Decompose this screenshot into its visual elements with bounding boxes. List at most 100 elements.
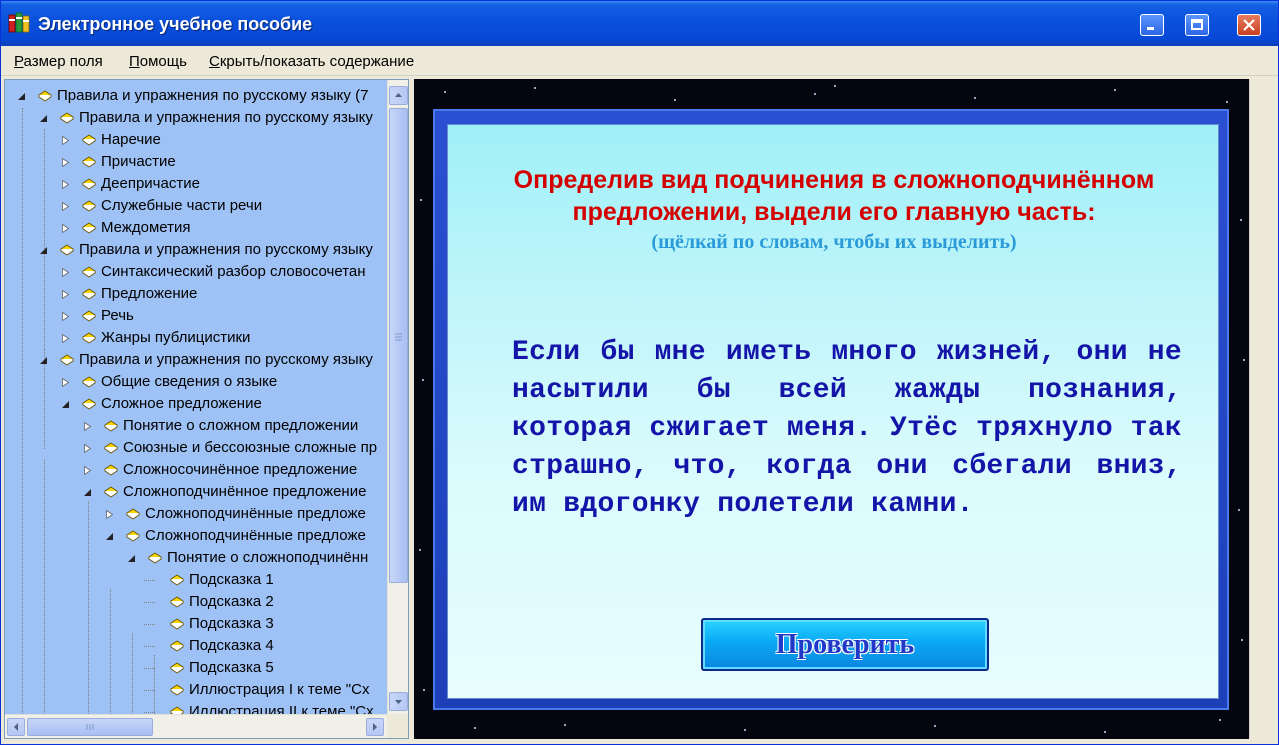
tree-item-label: Подсказка 3 [189, 615, 274, 632]
collapsed-triangle-icon[interactable] [61, 202, 70, 211]
tree-item[interactable]: Правила и упражнения по русскому языку [5, 239, 387, 261]
expanded-triangle-icon[interactable] [39, 114, 48, 123]
tree-item[interactable]: Сложноподчинённые предложе [5, 503, 387, 525]
tree-item[interactable]: Понятие о сложном предложении [5, 415, 387, 437]
collapsed-triangle-icon[interactable] [61, 158, 70, 167]
close-button[interactable] [1237, 14, 1261, 36]
collapsed-triangle-icon[interactable] [61, 268, 70, 277]
star-dot [744, 729, 746, 731]
tree-connector [144, 712, 155, 713]
tree-item[interactable]: Правила и упражнения по русскому языку (… [5, 85, 387, 107]
menu-help[interactable]: Помощь [129, 53, 187, 70]
tree-item-label: Деепричастие [101, 175, 200, 192]
tree-item[interactable]: Сложное предложение [5, 393, 387, 415]
tree-item[interactable]: Подсказка 5 [5, 657, 387, 679]
book-icon [170, 618, 184, 630]
tree-item[interactable]: Деепричастие [5, 173, 387, 195]
check-button[interactable]: Проверить [701, 618, 989, 671]
collapsed-triangle-icon[interactable] [61, 312, 70, 321]
tree-item[interactable]: Общие сведения о языке [5, 371, 387, 393]
expanded-triangle-icon[interactable] [39, 356, 48, 365]
scroll-up-button[interactable] [389, 86, 408, 105]
tree-item[interactable]: Иллюстрация I к теме "Сх [5, 679, 387, 701]
maximize-button[interactable] [1185, 14, 1209, 36]
collapsed-triangle-icon[interactable] [83, 422, 92, 431]
book-icon [82, 156, 96, 168]
tree-item[interactable]: Причастие [5, 151, 387, 173]
exercise-title-line2: предложении, выдели его главную часть: [572, 198, 1096, 226]
minimize-button[interactable] [1140, 14, 1164, 36]
collapsed-triangle-icon[interactable] [61, 334, 70, 343]
collapsed-triangle-icon[interactable] [61, 136, 70, 145]
exercise-text[interactable]: Если бы мне иметь много жизней, они не н… [512, 334, 1182, 524]
expanded-triangle-icon[interactable] [39, 246, 48, 255]
tree-item[interactable]: Союзные и бессоюзные сложные пр [5, 437, 387, 459]
tree-item-label: Причастие [101, 153, 176, 170]
tree-item[interactable]: Подсказка 2 [5, 591, 387, 613]
star-dot [564, 724, 566, 726]
tree-item[interactable]: Синтаксический разбор словосочетан [5, 261, 387, 283]
tree-horizontal-scrollbar[interactable] [5, 714, 387, 738]
collapsed-triangle-icon[interactable] [83, 466, 92, 475]
tree-item-label: Понятие о сложноподчинённ [167, 549, 369, 566]
tree-item[interactable]: Наречие [5, 129, 387, 151]
contents-tree[interactable]: Правила и упражнения по русскому языку (… [5, 80, 387, 714]
scroll-right-button[interactable] [366, 718, 384, 736]
book-icon [82, 134, 96, 146]
expanded-triangle-icon[interactable] [83, 488, 92, 497]
exercise-panel: Определив вид подчинения в сложноподчинё… [414, 79, 1249, 739]
collapsed-triangle-icon[interactable] [61, 224, 70, 233]
book-icon [104, 420, 118, 432]
tree-item[interactable]: Подсказка 4 [5, 635, 387, 657]
scroll-down-button[interactable] [389, 692, 408, 711]
maximize-icon [1191, 19, 1203, 30]
tree-item[interactable]: Подсказка 1 [5, 569, 387, 591]
menu-bar: Размер поля Помощь Скрыть/показать содер… [1, 46, 1278, 76]
tree-item[interactable]: Служебные части речи [5, 195, 387, 217]
arrow-down-icon [395, 700, 402, 704]
tree-vertical-scrollbar[interactable] [387, 80, 408, 714]
tree-item[interactable]: Подсказка 3 [5, 613, 387, 635]
tree-item-label: Правила и упражнения по русскому языку [79, 351, 373, 368]
tree-item[interactable]: Иллюстрация II к теме "Сх [5, 701, 387, 714]
tree-item[interactable]: Междометия [5, 217, 387, 239]
collapsed-triangle-icon[interactable] [83, 444, 92, 453]
book-icon [82, 288, 96, 300]
star-dot [1104, 731, 1106, 733]
tree-connector [144, 602, 155, 603]
star-dot [474, 727, 476, 729]
expanded-triangle-icon[interactable] [105, 532, 114, 541]
scroll-thumb[interactable] [389, 108, 408, 583]
tree-item[interactable]: Предложение [5, 283, 387, 305]
scroll-left-button[interactable] [7, 718, 25, 736]
close-icon [1243, 19, 1255, 31]
collapsed-triangle-icon[interactable] [61, 378, 70, 387]
app-window: Электронное учебное пособие Размер поля … [0, 0, 1279, 745]
tree-item[interactable]: Жанры публицистики [5, 327, 387, 349]
tree-item[interactable]: Речь [5, 305, 387, 327]
book-icon [82, 332, 96, 344]
tree-item[interactable]: Понятие о сложноподчинённ [5, 547, 387, 569]
menu-toggle-contents[interactable]: Скрыть/показать содержание [209, 53, 414, 70]
collapsed-triangle-icon[interactable] [105, 510, 114, 519]
expanded-triangle-icon[interactable] [17, 92, 26, 101]
scroll-corner [387, 714, 408, 738]
expanded-triangle-icon[interactable] [61, 400, 70, 409]
tree-item-label: Наречие [101, 131, 161, 148]
hscroll-thumb[interactable] [27, 718, 153, 736]
expanded-triangle-icon[interactable] [127, 554, 136, 563]
tree-connector [144, 646, 155, 647]
collapsed-triangle-icon[interactable] [61, 180, 70, 189]
tree-item-label: Речь [101, 307, 134, 324]
tree-item[interactable]: Сложноподчинённое предложение [5, 481, 387, 503]
menu-field-size[interactable]: Размер поля [14, 53, 103, 70]
tree-item[interactable]: Сложноподчинённые предложе [5, 525, 387, 547]
tree-item[interactable]: Сложносочинённое предложение [5, 459, 387, 481]
tree-item[interactable]: Правила и упражнения по русскому языку [5, 107, 387, 129]
collapsed-triangle-icon[interactable] [61, 290, 70, 299]
star-dot [674, 99, 676, 101]
title-bar[interactable]: Электронное учебное пособие [1, 1, 1278, 46]
tree-item[interactable]: Правила и упражнения по русскому языку [5, 349, 387, 371]
book-icon [82, 222, 96, 234]
book-icon [82, 398, 96, 410]
